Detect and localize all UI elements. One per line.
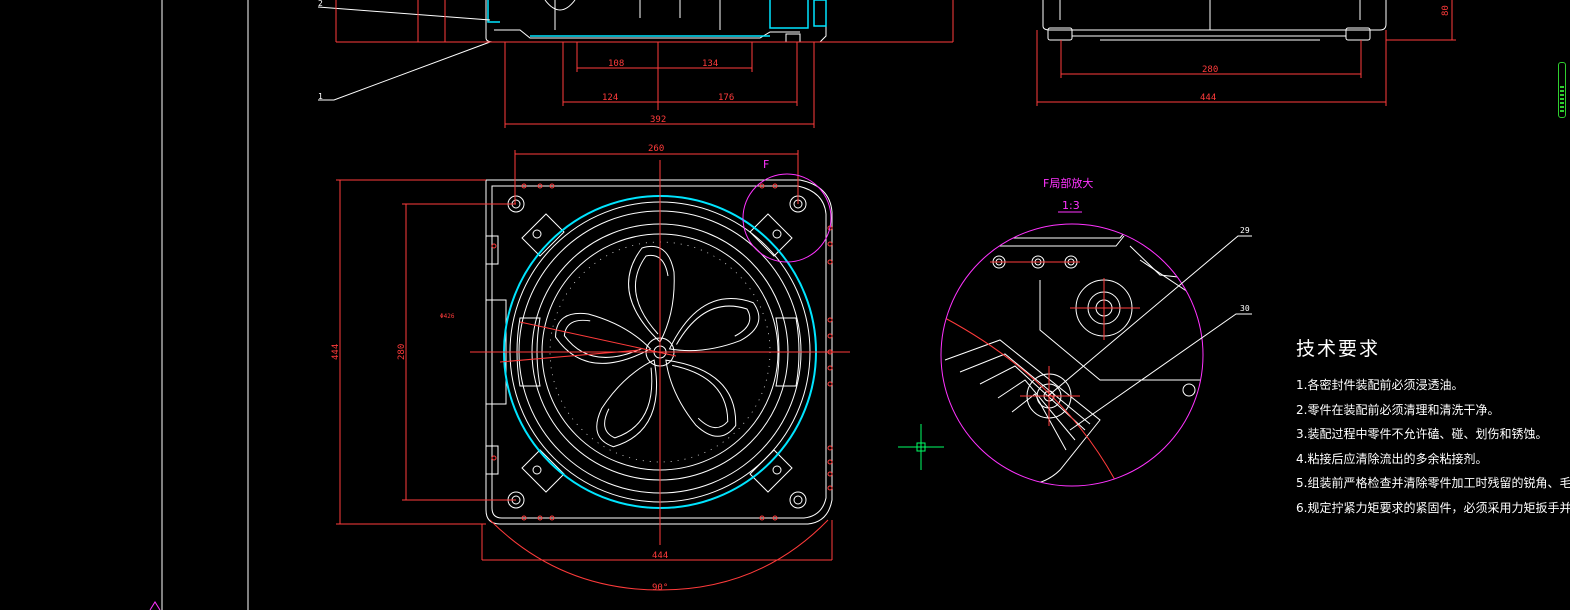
leader-label-1: 1 bbox=[318, 92, 323, 101]
detail-marker-f: F bbox=[763, 158, 769, 171]
dim-small-label: Φ426 bbox=[440, 313, 455, 320]
dim-392: 392 bbox=[650, 115, 666, 125]
technical-requirements: 技术要求 1.各密封件装配前必须浸透油。 2.零件在装配前必须清理和清洗干净。 … bbox=[1296, 334, 1570, 520]
dim-90deg-angle: 90° bbox=[652, 583, 668, 593]
frame-lines bbox=[161, 0, 249, 610]
note-item-6: 6.规定拧紧力矩要求的紧固件，必须采用力矩扳手并按规定的拧紧力矩紧固。 bbox=[1296, 500, 1570, 515]
note-item-2: 2.零件在装配前必须清理和清洗干净。 bbox=[1296, 402, 1500, 417]
dim-444-plan-horizontal: 444 bbox=[652, 551, 668, 561]
note-item-1: 1.各密封件装配前必须浸透油。 bbox=[1296, 378, 1464, 392]
dim-108: 108 bbox=[608, 59, 624, 69]
note-item-3: 3.装配过程中零件不允许磕、碰、划伤和锈蚀。 bbox=[1296, 427, 1548, 441]
plan-view: 260 444 280 444 90° Φ426 F bbox=[331, 144, 850, 593]
dim-260-plan: 260 bbox=[648, 144, 664, 154]
detail-title: F局部放大 bbox=[1043, 176, 1093, 190]
note-item-4: 4.粘接后应清除流出的多余粘接剂。 bbox=[1296, 451, 1488, 466]
dim-80-side: 80 bbox=[1441, 5, 1451, 16]
callout-29: 29 bbox=[1240, 226, 1250, 235]
ucs-marker-icon bbox=[149, 601, 161, 610]
detail-f-view: F局部放大 1:3 29 30 bbox=[940, 176, 1252, 487]
callout-30: 30 bbox=[1240, 304, 1250, 313]
leader-label-2: 2 bbox=[318, 0, 323, 8]
top-elevation-view: 2 1 108 134 124 176 392 bbox=[317, 0, 954, 128]
scrollbar-thumb[interactable] bbox=[1560, 86, 1564, 114]
dim-176: 176 bbox=[718, 93, 734, 103]
dim-134: 134 bbox=[702, 59, 718, 69]
dim-444-side: 444 bbox=[1200, 93, 1216, 103]
crosshair-cursor-icon bbox=[898, 424, 944, 470]
detail-scale: 1:3 bbox=[1062, 199, 1080, 212]
dim-124: 124 bbox=[602, 93, 618, 103]
note-item-5: 5.组装前严格检查并清除零件加工时残留的锐角、毛刺、异物。 bbox=[1296, 476, 1570, 490]
impeller-blades bbox=[555, 246, 760, 448]
side-elevation-view: 280 444 80 bbox=[1036, 0, 1456, 106]
dim-444-plan-vertical: 444 bbox=[331, 344, 341, 360]
dim-280-side: 280 bbox=[1202, 65, 1218, 75]
technical-requirements-title: 技术要求 bbox=[1296, 338, 1381, 360]
dim-280-plan-vertical: 280 bbox=[397, 344, 407, 360]
